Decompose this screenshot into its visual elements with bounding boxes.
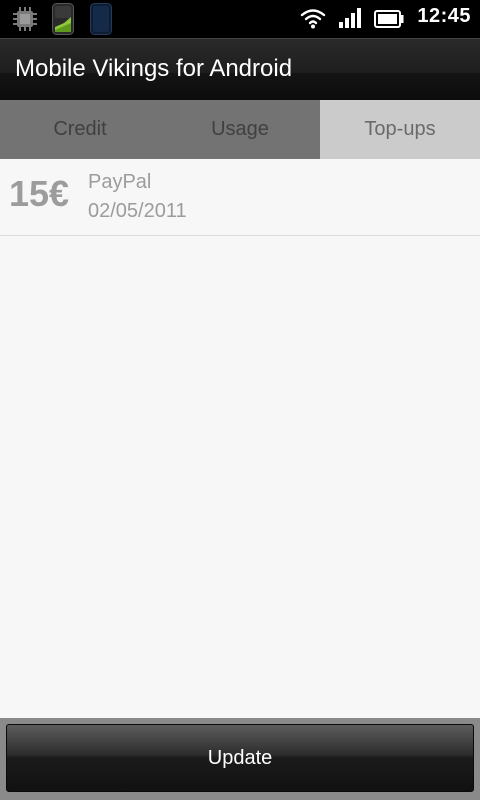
tab-bar: Credit Usage Top-ups [0, 100, 480, 159]
top-up-method: PayPal [88, 171, 152, 193]
app-notification-icon [90, 3, 112, 35]
top-up-item[interactable]: 15€ PayPal 02/05/2011 [0, 159, 480, 236]
notification-chip-icon [13, 7, 37, 31]
status-clock: 12:45 [417, 5, 471, 27]
bottom-bar: Update [0, 718, 480, 800]
app-notification-icon [52, 3, 74, 35]
app-title-bar: Mobile Vikings for Android [0, 38, 480, 100]
top-up-date: 02/05/2011 [88, 200, 187, 222]
wifi-icon [300, 9, 326, 29]
battery-icon [374, 10, 404, 28]
tab-credit[interactable]: Credit [0, 100, 160, 159]
tab-top-ups[interactable]: Top-ups [320, 100, 480, 159]
tab-usage[interactable]: Usage [160, 100, 320, 159]
top-up-amount: 15€ [9, 173, 70, 214]
top-ups-list[interactable]: 15€ PayPal 02/05/2011 [0, 159, 480, 718]
update-button[interactable]: Update [6, 724, 474, 792]
cell-signal-icon [339, 8, 361, 28]
status-bar: 12:45 [0, 0, 480, 38]
app-title: Mobile Vikings for Android [15, 55, 293, 82]
